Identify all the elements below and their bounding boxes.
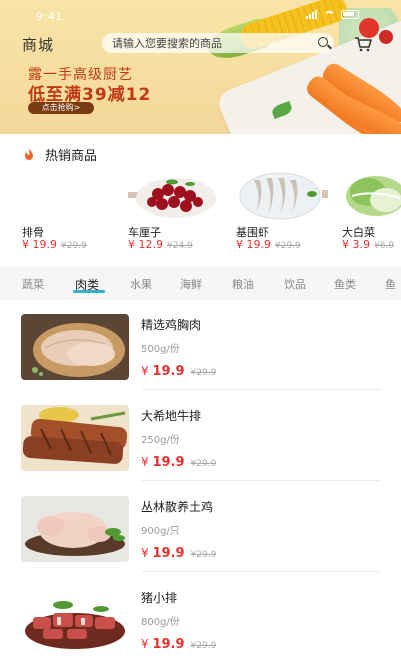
hot-item-price: ¥ 3.9 ¥6.9 (342, 238, 395, 251)
divider (141, 571, 381, 572)
product-price: ¥ 19.9 ¥29.9 (141, 637, 217, 652)
active-tab-indicator (73, 290, 105, 293)
hot-item-price: ¥ 12.9 ¥24.9 (128, 238, 193, 251)
product-spec: 500g/份 (141, 344, 180, 355)
chicken-breast-image (21, 314, 129, 380)
product-item[interactable]: 大希地牛排 250g/份 ¥ 19.9 ¥29.9 (10, 391, 401, 481)
tab-seafood[interactable]: 海鲜 (180, 276, 202, 292)
hot-section-title: 热销商品 (45, 149, 98, 164)
wifi-icon (324, 10, 335, 19)
product-name: 猪小排 (141, 591, 178, 605)
search-icon[interactable] (314, 33, 334, 53)
product-name: 精选鸡胸肉 (141, 318, 202, 332)
product-spec: 900g/只 (141, 526, 180, 537)
product-item[interactable]: 精选鸡胸肉 500g/份 ¥ 19.9 ¥29.9 (10, 300, 401, 390)
tab-fruit[interactable]: 水果 (130, 276, 152, 292)
steak-image (21, 405, 129, 471)
hot-item-price: ¥ 19.9 ¥29.9 (22, 238, 87, 251)
product-spec: 250g/份 (141, 435, 180, 446)
product-item[interactable]: 猪小排 800g/份 ¥ 19.9 ¥29.9 (10, 573, 401, 660)
product-price: ¥ 19.9 ¥29.9 (141, 546, 217, 561)
hot-item[interactable]: 基围虾 ¥ 19.9 ¥29.9 (236, 172, 328, 254)
tomato-image (359, 18, 379, 38)
hot-item[interactable]: 大白菜 ¥ 3.9 ¥6.9 (342, 172, 401, 254)
battery-icon (341, 10, 359, 19)
product-price: ¥ 19.9 ¥29.9 (141, 364, 217, 379)
product-price: ¥ 19.9 ¥29.9 (141, 455, 217, 470)
cherries-image (128, 178, 216, 218)
product-name: 丛林散养土鸡 (141, 500, 214, 514)
ribs-image (22, 172, 114, 220)
whole-chicken-image (21, 496, 129, 562)
cart-icon[interactable] (354, 36, 372, 52)
product-list[interactable]: 精选鸡胸肉 500g/份 ¥ 19.9 ¥29.9 大希地牛排 250g/份 ¥ … (10, 300, 401, 660)
status-icons (306, 9, 359, 19)
product-name: 大希地牛排 (141, 409, 202, 423)
tab-fish-more[interactable]: 鱼 (385, 276, 396, 292)
brand-title: 商城 (22, 36, 55, 54)
tab-vegetables[interactable]: 蔬菜 (22, 276, 44, 292)
hot-item[interactable]: 排骨 ¥ 19.9 ¥29.9 (22, 172, 114, 254)
hot-section-header: 热销商品 (21, 145, 97, 164)
fire-icon (25, 147, 33, 160)
tab-fish[interactable]: 鱼类 (334, 276, 356, 292)
category-tabs[interactable]: 蔬菜 肉类 水果 海鲜 粮油 饮品 鱼类 鱼 (0, 266, 401, 300)
tab-grain-oil[interactable]: 粮油 (232, 276, 254, 292)
product-item[interactable]: 丛林散养土鸡 900g/只 ¥ 19.9 ¥29.9 (10, 482, 401, 572)
divider (141, 389, 381, 390)
shrimp-image (239, 172, 328, 220)
hot-item-price: ¥ 19.9 ¥29.9 (236, 238, 301, 251)
tomato-image (379, 30, 393, 44)
promo-banner[interactable]: 9:41 商城 请输入您要搜索的商品 露一手高级厨艺 低至满39减12 点击抢购… (0, 0, 401, 134)
buy-now-button[interactable]: 点击抢购> (28, 102, 94, 114)
cabbage-image (346, 176, 401, 216)
signal-icon (306, 9, 318, 19)
search-bar[interactable]: 请输入您要搜索的商品 (102, 33, 334, 53)
tab-drinks[interactable]: 饮品 (284, 276, 306, 292)
hot-product-list[interactable]: 排骨 ¥ 19.9 ¥29.9 车厘子 ¥ 12.9 ¥24.9 基围虾 ¥ 1… (0, 172, 401, 254)
divider (141, 480, 381, 481)
hot-item[interactable]: 车厘子 ¥ 12.9 ¥24.9 (128, 172, 220, 254)
pork-ribs-image (21, 587, 129, 653)
search-input[interactable]: 请输入您要搜索的商品 (102, 35, 314, 51)
product-spec: 800g/份 (141, 617, 180, 628)
status-time: 9:41 (36, 10, 63, 23)
